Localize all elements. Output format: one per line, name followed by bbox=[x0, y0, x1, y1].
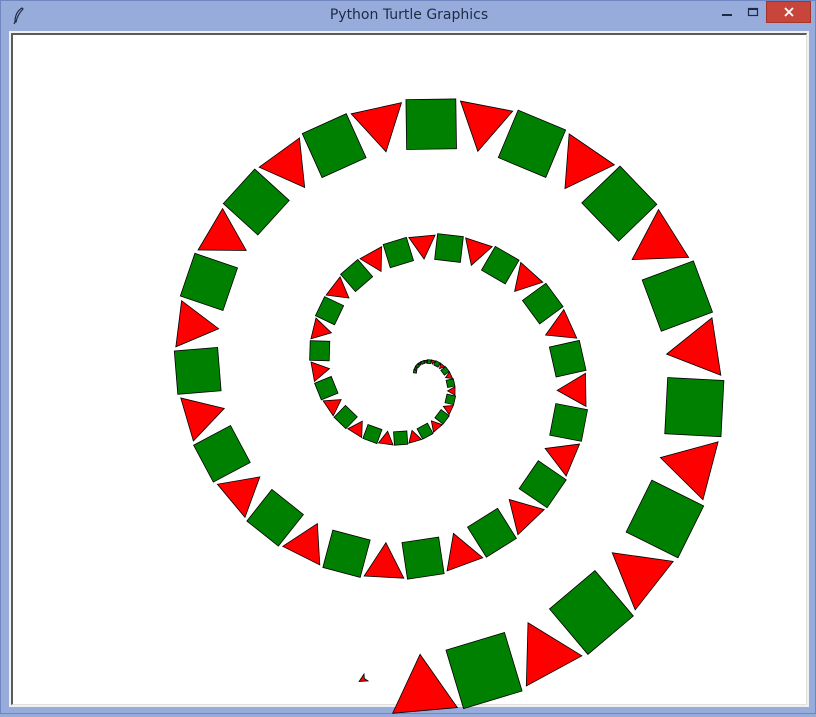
green-square bbox=[405, 98, 457, 150]
red-triangle bbox=[556, 372, 587, 408]
green-square bbox=[466, 507, 517, 558]
green-square bbox=[444, 393, 457, 406]
green-square bbox=[416, 422, 434, 440]
turtle-canvas[interactable] bbox=[11, 33, 807, 714]
turtle-arrow-icon bbox=[358, 672, 370, 682]
green-square bbox=[641, 260, 714, 332]
spiral-drawing bbox=[173, 98, 725, 714]
window-client-area bbox=[9, 31, 809, 714]
red-triangle bbox=[408, 234, 436, 260]
red-triangle bbox=[175, 299, 220, 348]
green-square bbox=[309, 340, 331, 362]
green-square bbox=[434, 233, 464, 263]
green-square bbox=[193, 424, 251, 483]
green-square bbox=[340, 258, 374, 293]
green-square bbox=[521, 282, 564, 325]
green-square bbox=[581, 165, 658, 242]
green-square bbox=[179, 252, 239, 312]
green-square bbox=[548, 339, 587, 378]
turtle-window: Python Turtle Graphics bbox=[0, 0, 816, 714]
green-square bbox=[549, 403, 588, 442]
green-square bbox=[314, 375, 339, 401]
red-triangle bbox=[391, 653, 459, 714]
green-square bbox=[497, 109, 567, 178]
green-square bbox=[246, 488, 304, 547]
green-square bbox=[222, 168, 290, 236]
green-square bbox=[445, 632, 523, 710]
green-square bbox=[382, 236, 415, 269]
green-square bbox=[548, 569, 634, 655]
green-square bbox=[314, 296, 345, 326]
green-square bbox=[362, 423, 383, 445]
red-triangle bbox=[363, 541, 405, 579]
green-square bbox=[518, 460, 567, 509]
green-square bbox=[445, 378, 456, 389]
green-square bbox=[664, 377, 725, 438]
green-square bbox=[322, 529, 371, 578]
green-square bbox=[173, 347, 222, 395]
green-square bbox=[401, 536, 445, 580]
green-square bbox=[412, 369, 418, 374]
green-square bbox=[625, 479, 705, 559]
green-square bbox=[480, 245, 520, 285]
green-square bbox=[426, 359, 432, 365]
green-square bbox=[301, 113, 367, 179]
red-triangle bbox=[446, 386, 456, 396]
green-square bbox=[393, 430, 409, 446]
